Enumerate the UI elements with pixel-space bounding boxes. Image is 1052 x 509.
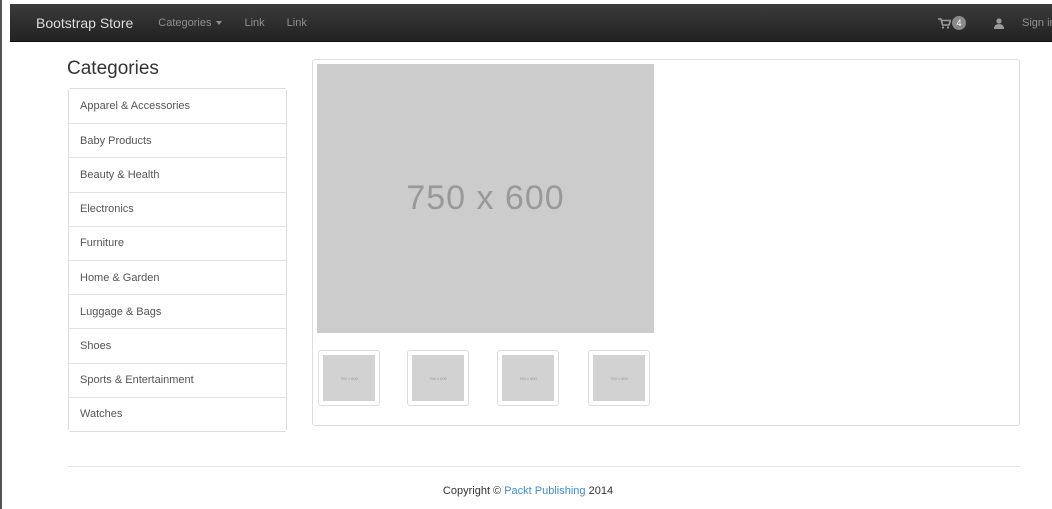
signin-link[interactable]: Sign in <box>1018 17 1052 29</box>
category-item-sports[interactable]: Sports & Entertainment <box>69 362 286 397</box>
sidebar: Categories Apparel & Accessories Baby Pr… <box>67 58 287 432</box>
footer-divider <box>68 466 1020 467</box>
category-item-shoes[interactable]: Shoes <box>69 328 286 363</box>
thumbnail-3[interactable]: 750 x 600 <box>497 350 559 406</box>
category-item-beauty-health[interactable]: Beauty & Health <box>69 157 286 192</box>
main-image-placeholder-label: 750 x 600 <box>406 179 565 217</box>
navbar-right: 4 Sign in <box>924 4 1052 42</box>
category-item-electronics[interactable]: Electronics <box>69 191 286 226</box>
sidebar-title: Categories <box>67 58 159 79</box>
thumbnail-label: 750 x 600 <box>519 375 537 381</box>
navbar: Bootstrap Store Categories Link Link 4 S… <box>10 4 1052 42</box>
user-icon <box>994 17 1004 29</box>
thumbnail-4[interactable]: 750 x 600 <box>588 350 650 406</box>
page: Bootstrap Store Categories Link Link 4 S… <box>0 0 1052 509</box>
thumbnail-label: 750 x 600 <box>340 375 358 381</box>
thumbnail-image: 750 x 600 <box>323 355 375 401</box>
footer-publisher-link[interactable]: Packt Publishing <box>504 485 585 497</box>
category-item-home-garden[interactable]: Home & Garden <box>69 259 286 295</box>
cart-button[interactable]: 4 <box>924 16 980 30</box>
nav-categories-dropdown[interactable]: Categories <box>147 17 233 29</box>
thumbnail-image: 750 x 600 <box>502 355 554 401</box>
category-item-furniture[interactable]: Furniture <box>69 225 286 260</box>
product-panel: 750 x 600 750 x 600 750 x 600 750 x 600 … <box>312 59 1020 426</box>
thumbnail-image: 750 x 600 <box>412 355 464 401</box>
category-item-apparel[interactable]: Apparel & Accessories <box>69 89 286 124</box>
thumbnail-label: 750 x 600 <box>429 375 447 381</box>
main-product-image[interactable]: 750 x 600 <box>317 64 654 333</box>
nav-categories-label: Categories <box>158 16 212 29</box>
footer-suffix: 2014 <box>585 485 614 497</box>
category-item-luggage-bags[interactable]: Luggage & Bags <box>69 294 286 329</box>
chevron-down-icon <box>216 20 223 25</box>
cart-count-badge: 4 <box>952 16 966 30</box>
category-item-watches[interactable]: Watches <box>69 396 286 431</box>
nav-link-1[interactable]: Link <box>233 17 275 29</box>
category-item-baby-products[interactable]: Baby Products <box>69 123 286 158</box>
category-list: Apparel & Accessories Baby Products Beau… <box>68 88 287 432</box>
thumbnail-1[interactable]: 750 x 600 <box>318 350 380 406</box>
footer-prefix: Copyright © <box>442 485 505 497</box>
footer: Copyright © Packt Publishing 2014 <box>2 485 1052 497</box>
thumbnail-label: 750 x 600 <box>610 375 628 381</box>
nav-link-2[interactable]: Link <box>276 17 318 29</box>
shopping-cart-icon <box>938 17 951 29</box>
user-button[interactable] <box>980 17 1018 29</box>
thumbnail-2[interactable]: 750 x 600 <box>407 350 469 406</box>
brand-link[interactable]: Bootstrap Store <box>10 15 147 31</box>
thumbnail-image: 750 x 600 <box>593 355 645 401</box>
